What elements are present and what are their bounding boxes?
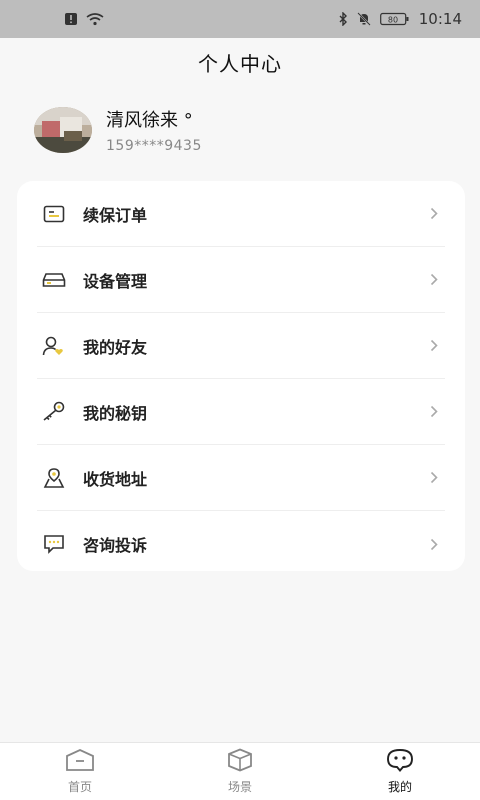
tab-label: 我的 xyxy=(387,780,412,794)
menu-label: 我的好友 xyxy=(83,337,148,357)
tab-label: 首页 xyxy=(67,780,92,794)
chevron-right-icon xyxy=(427,273,441,287)
chevron-right-icon xyxy=(427,405,441,419)
menu-label: 我的秘钥 xyxy=(83,403,148,423)
username: 清风徐来 ° xyxy=(106,110,193,131)
menu-label: 续保订单 xyxy=(83,205,148,225)
menu-item-shipping-address[interactable]: 收货地址 xyxy=(37,445,445,511)
avatar[interactable] xyxy=(34,107,92,153)
chevron-right-icon xyxy=(427,471,441,485)
mute-bell-icon xyxy=(357,12,371,26)
menu-item-my-friends[interactable]: 我的好友 xyxy=(37,313,445,379)
header: 个人中心 xyxy=(0,38,480,86)
mine-icon xyxy=(385,748,415,776)
status-time: 10:14 xyxy=(418,10,462,28)
home-icon xyxy=(65,748,95,776)
battery-icon: 80 xyxy=(379,12,410,26)
tab-scenes[interactable]: 场景 xyxy=(160,743,320,800)
bluetooth-icon xyxy=(338,12,348,26)
status-right: 80 10:14 xyxy=(338,10,462,28)
battery-level: 80 xyxy=(388,16,398,25)
order-icon xyxy=(41,201,67,227)
tab-mine[interactable]: 我的 xyxy=(320,743,480,800)
tab-home[interactable]: 首页 xyxy=(0,743,160,800)
menu-card: 续保订单 设备管理 我的好友 我的秘钥 收货地址 咨询投诉 xyxy=(17,181,465,571)
box-icon xyxy=(225,748,255,776)
menu-item-device-management[interactable]: 设备管理 xyxy=(37,247,445,313)
phone-number: 159****9435 xyxy=(106,138,202,154)
device-icon xyxy=(41,267,67,293)
tab-label: 场景 xyxy=(227,780,252,794)
profile-info: 清风徐来 ° 159****9435 xyxy=(106,106,202,154)
friend-icon xyxy=(41,333,67,359)
menu-item-my-keys[interactable]: 我的秘钥 xyxy=(37,379,445,445)
address-icon xyxy=(41,465,67,491)
chevron-right-icon xyxy=(427,537,441,551)
profile-section[interactable]: 清风徐来 ° 159****9435 xyxy=(34,106,202,154)
status-left xyxy=(64,12,104,26)
page-title: 个人中心 xyxy=(198,51,282,76)
notification-alert-icon xyxy=(64,12,78,26)
chevron-right-icon xyxy=(427,207,441,221)
key-icon xyxy=(41,399,67,425)
status-bar: 80 10:14 xyxy=(0,0,480,38)
message-icon xyxy=(41,531,67,557)
menu-label: 设备管理 xyxy=(83,271,148,291)
menu-label: 咨询投诉 xyxy=(83,536,148,555)
wifi-icon xyxy=(86,12,104,26)
menu-label: 收货地址 xyxy=(83,469,148,489)
menu-item-renewal-orders[interactable]: 续保订单 xyxy=(37,181,445,247)
bottom-tab-bar: 首页 场景 我的 xyxy=(0,742,480,800)
menu-item-consult-complaint[interactable]: 咨询投诉 xyxy=(37,511,445,577)
chevron-right-icon xyxy=(427,339,441,353)
